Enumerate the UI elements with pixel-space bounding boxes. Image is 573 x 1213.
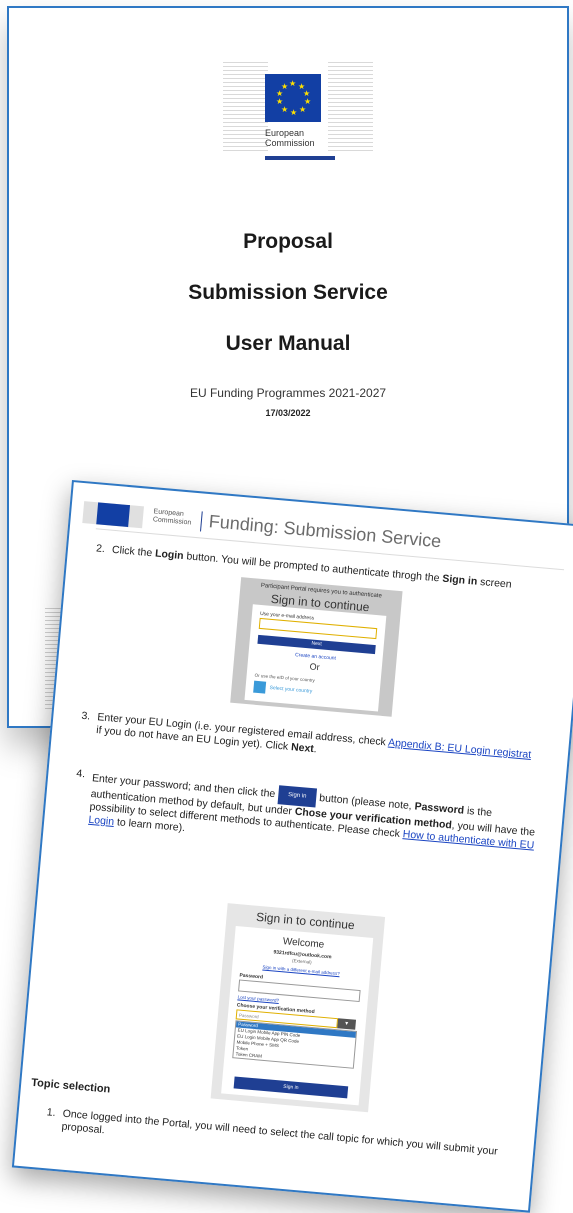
cover-title-3: User Manual [225,332,351,355]
logo-stripes-left [223,62,268,154]
signin2-form: Welcome 9321rdfcu@outlook.com (External)… [221,925,374,1106]
step-4: 4. Enter your password; and then click t… [75,767,536,852]
eid-link[interactable]: Select your country [269,685,312,695]
eu-flag-icon [96,502,131,528]
manual-page: European Commission Funding: Submission … [11,480,573,1213]
eu-flag-icon: ★ ★ ★ ★ ★ ★ ★ ★ ★ ★ [265,74,321,122]
cover-programmes: EU Funding Programmes 2021-2027 [189,386,387,400]
eid-icon [253,680,267,694]
signin-form: Use your e-mail address Next Create an a… [244,604,387,712]
logo-rule [265,156,335,160]
logo-caption: European Commission [265,128,315,148]
logo-stripes-right [328,62,373,154]
signin-button[interactable]: Sign in [233,1076,349,1099]
topic-selection-heading: Topic selection [30,1076,111,1096]
ec-logo: ★ ★ ★ ★ ★ ★ ★ ★ ★ ★ European Commission [223,62,373,172]
header-service-title: Funding: Submission Service [208,511,443,552]
cover-title-2: Submission Service [188,281,388,304]
cover-title-1: Proposal [243,230,333,253]
lost-password-link[interactable]: Lost your password? [237,994,279,1003]
chevron-down-icon[interactable]: ▾ [337,1018,357,1030]
cover-date: 17/03/2022 [265,408,311,418]
signin-screenshot-2: Sign in to continue Welcome 9321rdfcu@ou… [210,903,386,1113]
header-divider [200,511,203,532]
header-org: European Commission [152,508,192,527]
appendix-b-link[interactable]: Appendix B: EU Login registrat [388,737,532,761]
signin-screenshot-1: Participant Portal requires you to authe… [230,577,403,717]
login-link[interactable]: Login [88,814,115,828]
step-3: 3. Enter your EU Login (i.e. your regist… [80,709,532,762]
topic-step-1: 1. Once logged into the Portal, you will… [46,1106,499,1158]
